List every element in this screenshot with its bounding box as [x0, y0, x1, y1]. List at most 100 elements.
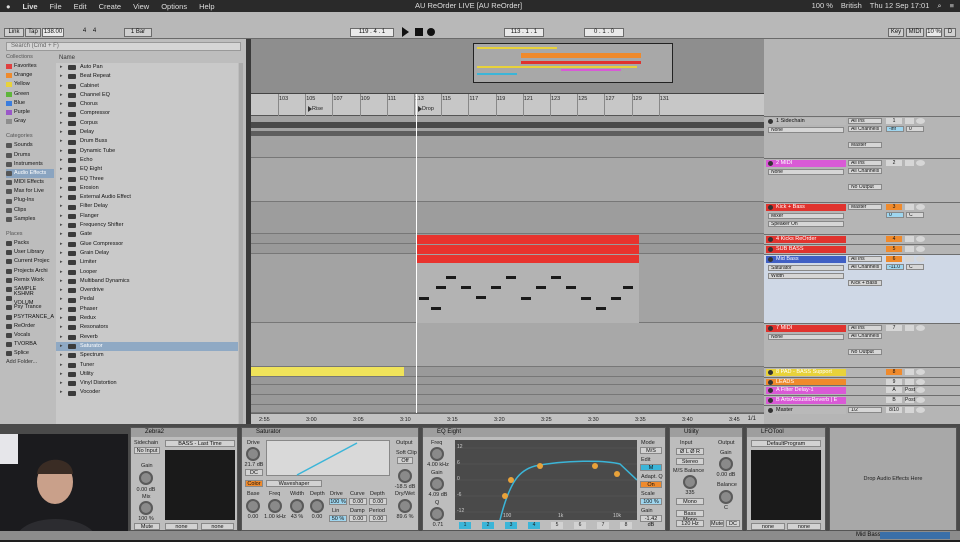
track-name[interactable]: Mid Bass	[766, 256, 846, 263]
fold-icon[interactable]	[768, 326, 773, 331]
browser-item[interactable]: ▸ Echo	[56, 156, 238, 165]
language-indicator[interactable]: British	[841, 1, 862, 11]
config-select[interactable]: none	[751, 523, 785, 530]
track-header[interactable]: 1 Sidechain None All Ins All Channels Master…	[764, 116, 960, 158]
ms-balance-value[interactable]: 335	[676, 490, 704, 496]
midi-note[interactable]	[566, 286, 576, 289]
input-type-select[interactable]: All Ins	[848, 160, 882, 166]
category-sounds[interactable]: Sounds	[6, 141, 54, 150]
input-type-select[interactable]: Master	[848, 204, 882, 210]
expand-icon[interactable]: ▸	[60, 165, 68, 174]
apple-icon[interactable]: ●	[6, 2, 11, 11]
arrangement-overview[interactable]	[251, 39, 764, 94]
eq-edit-toggle[interactable]: M	[640, 464, 662, 471]
collection-orange[interactable]: Orange	[6, 71, 54, 80]
saturator-title[interactable]: Saturator	[242, 428, 418, 437]
config-select[interactable]: none	[165, 523, 198, 530]
expand-icon[interactable]: ▸	[60, 333, 68, 342]
browser-item[interactable]: ▸ Looper	[56, 268, 238, 277]
menu-create[interactable]: Create	[99, 2, 122, 11]
volume-value[interactable]: 0	[886, 212, 904, 218]
utility-gain-value[interactable]: 0.00 dB	[710, 472, 742, 478]
solo-button[interactable]	[905, 246, 914, 252]
input-type-select[interactable]: All Ins	[848, 118, 882, 124]
eq-band-toggle[interactable]: 6	[574, 522, 586, 529]
app-menu[interactable]: Live	[23, 2, 38, 11]
param-drive-value[interactable]: 100 %	[329, 498, 347, 505]
track-name[interactable]: B ArtsAcousticReverb | E	[766, 397, 846, 404]
dc-button[interactable]: DC	[245, 469, 263, 476]
audio-clip[interactable]	[251, 122, 764, 128]
clock[interactable]: Thu 12 Sep 17:01	[870, 1, 930, 11]
eq-band-toggle[interactable]: 7	[597, 522, 609, 529]
battery-level[interactable]: 100 %	[812, 1, 833, 11]
expand-icon[interactable]: ▸	[60, 351, 68, 360]
browser-item[interactable]: ▸ Chorus	[56, 100, 238, 109]
browser-item[interactable]: ▸ Multiband Dynamics	[56, 277, 238, 286]
key-map-button[interactable]: Key	[888, 28, 904, 37]
track-lane[interactable]	[251, 377, 764, 385]
category-instruments[interactable]: Instruments	[6, 160, 54, 169]
track-header[interactable]: 8 PAD - BASS Support 8	[764, 367, 960, 377]
fold-icon[interactable]	[768, 237, 773, 242]
utility-title[interactable]: Utility	[670, 428, 742, 437]
sig-denominator[interactable]: 4	[90, 28, 99, 37]
track-name[interactable]: A Filter Delay-1	[766, 387, 846, 394]
browser-item[interactable]: ▸ Drum Buss	[56, 137, 238, 146]
browser-item[interactable]: ▸ Filter Delay	[56, 202, 238, 211]
fold-icon[interactable]	[768, 119, 773, 124]
track-activator[interactable]: 1	[886, 118, 902, 124]
device-select[interactable]: Saturator	[768, 265, 844, 271]
expand-icon[interactable]: ▸	[60, 91, 68, 100]
midi-note[interactable]	[536, 286, 546, 289]
sig-numerator[interactable]: 4	[80, 28, 89, 37]
locator-rise[interactable]: Rise	[312, 106, 323, 112]
eq-band-toggle[interactable]: 8	[620, 522, 632, 529]
sidechain-input-select[interactable]: No Input	[134, 447, 160, 454]
waveshape-select[interactable]: Waveshaper	[266, 480, 322, 487]
fold-icon[interactable]	[768, 257, 773, 262]
eq-band-toggle[interactable]: 5	[551, 522, 563, 529]
collection-gray[interactable]: Gray	[6, 117, 54, 126]
eq-eight-title[interactable]: EQ Eight	[423, 428, 665, 437]
eq-scale-value[interactable]: 100 %	[640, 498, 662, 505]
collection-blue[interactable]: Blue	[6, 99, 54, 108]
track-activator[interactable]: 4	[886, 236, 902, 242]
stereo-mode-select[interactable]: Stereo	[676, 458, 704, 465]
eq-gain-knob[interactable]	[430, 477, 444, 491]
browser-item[interactable]: ▸ Cabinet	[56, 82, 238, 91]
eq-band-toggle[interactable]: 3	[505, 522, 517, 529]
browser-item[interactable]: ▸ EQ Three	[56, 175, 238, 184]
output-select[interactable]: Kick + Bass	[848, 280, 882, 286]
category-drums[interactable]: Drums	[6, 151, 54, 160]
place-item[interactable]: Splice	[6, 349, 54, 358]
midi-note[interactable]	[596, 307, 606, 310]
balance-knob[interactable]	[719, 490, 733, 504]
param-damp-value[interactable]: 0.00	[349, 515, 367, 522]
track-name[interactable]: 8 PAD - BASS Support	[766, 369, 846, 376]
audio-clip[interactable]	[251, 131, 764, 136]
expand-icon[interactable]: ▸	[60, 258, 68, 267]
collection-purple[interactable]: Purple	[6, 108, 54, 117]
link-button[interactable]: Link	[4, 28, 24, 37]
expand-icon[interactable]: ▸	[60, 249, 68, 258]
expand-icon[interactable]: ▸	[60, 342, 68, 351]
track-activator[interactable]: 8	[886, 369, 902, 375]
expand-icon[interactable]: ▸	[60, 361, 68, 370]
browser-item[interactable]: ▸ Utility	[56, 370, 238, 379]
base-value[interactable]: 0.00	[242, 514, 264, 520]
browser-item[interactable]: ▸ Reverb	[56, 333, 238, 342]
track-header[interactable]: B ArtsAcousticReverb | E B Post	[764, 395, 960, 405]
mute-button[interactable]: Mute	[134, 523, 160, 530]
freq-knob[interactable]	[268, 499, 282, 513]
browser-item[interactable]: ▸ Auto Pan	[56, 63, 238, 72]
track-header[interactable]: 2 MIDI None All Ins All Channels No Output 2	[764, 158, 960, 202]
search-icon[interactable]: ⌕	[937, 1, 941, 11]
track-selector[interactable]	[880, 532, 950, 539]
device-select[interactable]: None	[768, 169, 844, 175]
midi-note[interactable]	[551, 276, 561, 279]
track-name[interactable]: 4 Kicks ReOrder	[766, 236, 846, 243]
volume-value[interactable]: -11.0	[886, 264, 904, 270]
input-channel-select[interactable]: All Channels	[848, 333, 882, 339]
drop-zone[interactable]: Drop Audio Effects Here	[829, 427, 957, 531]
